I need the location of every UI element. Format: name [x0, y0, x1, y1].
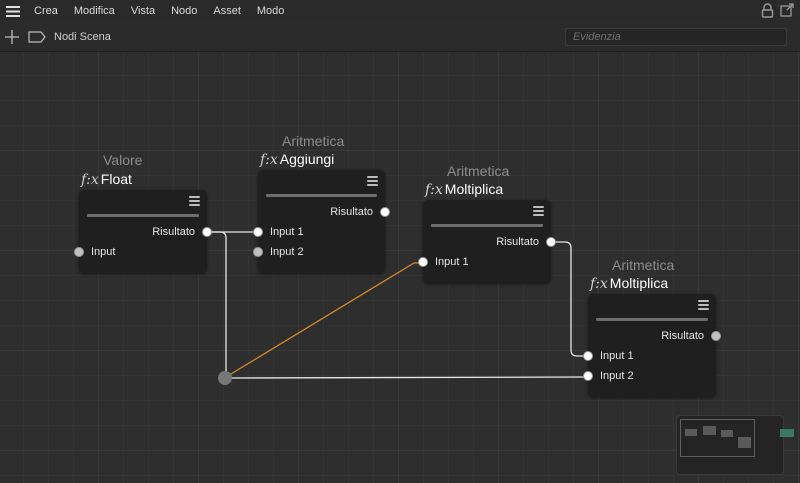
menu-crea[interactable]: Crea [26, 0, 66, 22]
port-risultato-label: Risultato [496, 236, 539, 248]
minimap-node [721, 430, 733, 437]
lock-icon[interactable] [761, 3, 774, 21]
canvas-minimap[interactable] [676, 415, 784, 475]
menu-modifica[interactable]: Modifica [66, 0, 123, 22]
node-moltiplica1[interactable]: Risultato Input 1 [423, 200, 551, 283]
aggiungi-output-pin[interactable] [380, 207, 390, 217]
node-menu-icon[interactable] [698, 300, 709, 311]
moltiplica1-output-pin[interactable] [546, 237, 556, 247]
moltiplica2-input-2-pin[interactable] [583, 371, 593, 381]
wire-reroute-joint[interactable] [218, 371, 232, 385]
minimap-indicator [780, 429, 794, 437]
port-input-2-label: Input 2 [270, 246, 304, 258]
function-icon: f:x [425, 182, 443, 198]
port-risultato-label: Risultato [330, 206, 373, 218]
hamburger-menu-icon[interactable] [0, 0, 26, 22]
function-icon: f:x [590, 276, 608, 292]
moltiplica2-input-1-pin[interactable] [583, 351, 593, 361]
highlight-search-input[interactable] [565, 28, 787, 46]
menu-bar: Crea Modifica Vista Nodo Asset Modo [0, 0, 800, 22]
node-value-bar[interactable] [87, 214, 199, 217]
minimap-node [738, 437, 751, 448]
port-input-1-label: Input 1 [600, 350, 634, 362]
menu-asset[interactable]: Asset [205, 0, 249, 22]
minimap-node [685, 429, 697, 436]
port-input-2-label: Input 2 [600, 370, 634, 382]
node-value-bar[interactable] [431, 224, 543, 227]
node-valore-type: Valore [103, 152, 143, 168]
node-aggiungi[interactable]: Risultato Input 1 Input 2 [258, 170, 385, 273]
node-aggiungi-type: Aritmetica [282, 133, 345, 149]
tag-icon[interactable] [28, 30, 46, 43]
node-menu-icon[interactable] [367, 176, 378, 187]
port-input-label: Input [91, 246, 116, 258]
node-menu-icon[interactable] [533, 206, 544, 217]
moltiplica2-output-pin[interactable] [711, 331, 721, 341]
port-input-1-label: Input 1 [435, 256, 469, 268]
function-icon: f:x [260, 152, 278, 168]
menu-modo[interactable]: Modo [249, 0, 293, 22]
port-risultato-label: Risultato [152, 226, 195, 238]
menu-vista[interactable]: Vista [123, 0, 163, 22]
valore-output-pin[interactable] [202, 227, 212, 237]
port-risultato-label: Risultato [661, 330, 704, 342]
node-value-bar[interactable] [266, 194, 377, 197]
node-moltiplica2-type: Aritmetica [612, 257, 675, 273]
node-moltiplica1-type: Aritmetica [447, 163, 510, 179]
moltiplica1-input-1-pin[interactable] [418, 257, 428, 267]
breadcrumb-nodi-scena[interactable]: Nodi Scena [54, 31, 111, 43]
node-menu-icon[interactable] [189, 196, 200, 207]
node-valore[interactable]: Risultato Input [79, 190, 207, 273]
node-moltiplica2-title: f:x Moltiplica [590, 275, 669, 292]
aggiungi-input-1-pin[interactable] [253, 227, 263, 237]
node-moltiplica1-title: f:x Moltiplica [425, 181, 504, 198]
port-input-1-label: Input 1 [270, 226, 304, 238]
node-moltiplica2[interactable]: Risultato Input 1 Input 2 [588, 294, 716, 397]
detach-window-icon[interactable] [780, 3, 794, 21]
menu-nodo[interactable]: Nodo [163, 0, 205, 22]
valore-input-pin[interactable] [74, 247, 84, 257]
function-icon: f:x [81, 172, 99, 188]
aggiungi-input-2-pin[interactable] [253, 247, 263, 257]
node-aggiungi-title: f:x Aggiungi [260, 151, 335, 168]
minimap-node [703, 426, 716, 435]
add-node-icon[interactable] [4, 29, 20, 45]
node-value-bar[interactable] [596, 318, 708, 321]
node-valore-title: f:x Float [81, 171, 132, 188]
